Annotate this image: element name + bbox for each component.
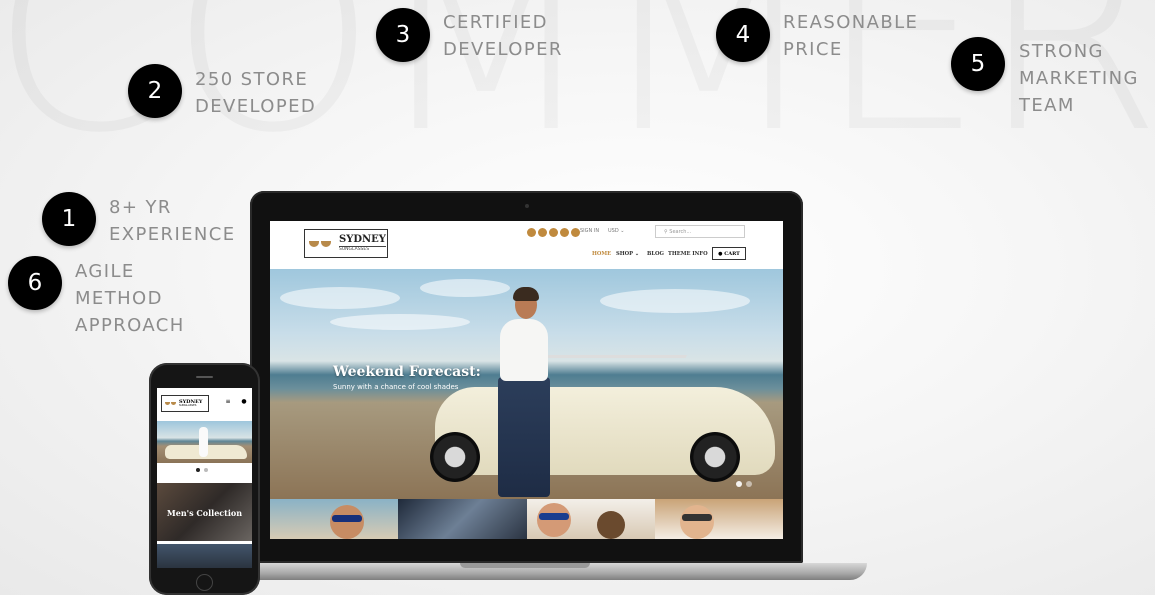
phone-speaker — [196, 376, 213, 378]
facebook-icon[interactable] — [538, 228, 547, 237]
nav-shop-label: SHOP — [616, 251, 634, 257]
logo-subtitle: SUNGLASSES — [339, 245, 386, 253]
feature-badge-6: 6 — [8, 256, 62, 310]
feature-badge-2: 2 — [128, 64, 182, 118]
phone-logo-subtitle: SUNGLASSES — [179, 403, 197, 407]
nav-theme-info[interactable]: THEME INFO — [668, 251, 708, 257]
slide-dot-active[interactable] — [736, 481, 742, 487]
feature-label-line: AGILE — [75, 261, 135, 282]
hero-subtitle: Sunny with a chance of cool shades — [333, 383, 459, 391]
feature-badge-1: 1 — [42, 192, 96, 246]
cart-icon[interactable]: ● — [239, 398, 249, 406]
slide-indicators — [736, 481, 752, 487]
feature-label-line: MARKETING — [1019, 68, 1139, 89]
feature-badge-4: 4 — [716, 8, 770, 62]
hero-model — [500, 319, 548, 381]
laptop-base — [245, 563, 867, 580]
feature-label-line: DEVELOPER — [443, 39, 563, 60]
feature-label-5: STRONG MARKETING TEAM — [1019, 38, 1139, 119]
feature-label-line: 8+ YR — [109, 197, 172, 218]
thumbnail-image[interactable] — [270, 499, 399, 539]
phone-slide-indicators — [196, 468, 208, 472]
cart-label: CART — [724, 251, 740, 257]
feature-label-line: EXPERIENCE — [109, 224, 236, 245]
search-input[interactable]: ⚲ Search... — [655, 225, 745, 238]
product-thumbnails — [270, 499, 783, 539]
social-icons — [527, 228, 580, 237]
search-placeholder: Search... — [669, 229, 692, 235]
laptop-screen: SYDNEY SUNGLASSES SIGN IN USD ⌄ ⚲ Search… — [270, 221, 783, 539]
feature-label-line: TEAM — [1019, 95, 1075, 116]
feature-label-line: 250 STORE — [195, 69, 309, 90]
feature-label-line: REASONABLE — [783, 12, 919, 33]
feature-label-line: PRICE — [783, 39, 843, 60]
hero-slideshow[interactable]: Weekend Forecast: Sunny with a chance of… — [270, 269, 783, 499]
sunglasses-logo-icon — [165, 402, 176, 405]
phone-hero-image[interactable] — [157, 421, 252, 463]
slide-dot-active[interactable] — [196, 468, 200, 472]
car-wheel — [430, 432, 480, 482]
feature-label-line: DEVELOPED — [195, 96, 317, 117]
laptop-mockup: SYDNEY SUNGLASSES SIGN IN USD ⌄ ⚲ Search… — [250, 191, 803, 563]
pinterest-icon[interactable] — [549, 228, 558, 237]
cart-icon: ● — [718, 251, 723, 257]
feature-label-line: APPROACH — [75, 315, 185, 336]
chevron-down-icon: ⌄ — [634, 251, 640, 257]
feature-label-6: AGILE METHOD APPROACH — [75, 258, 185, 339]
mens-collection-banner[interactable]: Men's Collection — [157, 483, 252, 541]
thumbnail-image[interactable] — [398, 499, 527, 539]
twitter-icon[interactable] — [527, 228, 536, 237]
phone-screen: SYDNEY SUNGLASSES ≡ ● Men's Collection — [157, 388, 252, 568]
sunglasses-logo-icon — [309, 240, 333, 247]
laptop-camera — [525, 204, 529, 208]
logo-title: SYDNEY — [339, 233, 386, 245]
currency-value: USD — [608, 228, 619, 234]
thumbnail-image[interactable] — [526, 499, 655, 539]
slide-dot[interactable] — [746, 481, 752, 487]
feature-label-line: METHOD — [75, 288, 163, 309]
thumbnail-image[interactable] — [654, 499, 783, 539]
feature-badge-5: 5 — [951, 37, 1005, 91]
slide-dot[interactable] — [204, 468, 208, 472]
phone-home-button — [196, 574, 213, 591]
feature-label-1: 8+ YR EXPERIENCE — [109, 194, 236, 248]
feature-label-4: REASONABLE PRICE — [783, 9, 918, 63]
currency-select[interactable]: USD ⌄ — [608, 228, 624, 234]
mens-collection-label: Men's Collection — [166, 508, 243, 518]
phone-mockup: SYDNEY SUNGLASSES ≡ ● Men's Collection — [149, 363, 260, 595]
sign-in-link[interactable]: SIGN IN — [580, 228, 599, 234]
nav-blog[interactable]: BLOG — [647, 251, 664, 257]
feature-badge-3: 3 — [376, 8, 430, 62]
site-header: SYDNEY SUNGLASSES SIGN IN USD ⌄ ⚲ Search… — [270, 221, 783, 269]
tumblr-icon[interactable] — [571, 228, 580, 237]
search-icon: ⚲ — [664, 229, 668, 235]
phone-site-header: SYDNEY SUNGLASSES ≡ ● — [157, 388, 252, 418]
feature-label-2: 250 STORE DEVELOPED — [195, 66, 316, 120]
feature-label-line: STRONG — [1019, 41, 1104, 62]
feature-label-line: CERTIFIED — [443, 12, 548, 33]
car-wheel — [690, 432, 740, 482]
feature-label-3: CERTIFIED DEVELOPER — [443, 9, 563, 63]
nav-shop[interactable]: SHOP ⌄ — [616, 251, 639, 257]
phone-site-logo[interactable]: SYDNEY SUNGLASSES — [161, 395, 209, 412]
cart-button[interactable]: ● CART — [712, 247, 746, 260]
instagram-icon[interactable] — [560, 228, 569, 237]
site-logo[interactable]: SYDNEY SUNGLASSES — [304, 229, 388, 258]
nav-home[interactable]: HOME — [592, 251, 611, 257]
chevron-down-icon: ⌄ — [620, 228, 625, 234]
phone-collection-image[interactable] — [157, 544, 252, 568]
menu-icon[interactable]: ≡ — [223, 398, 233, 406]
hero-title: Weekend Forecast: — [333, 364, 481, 380]
